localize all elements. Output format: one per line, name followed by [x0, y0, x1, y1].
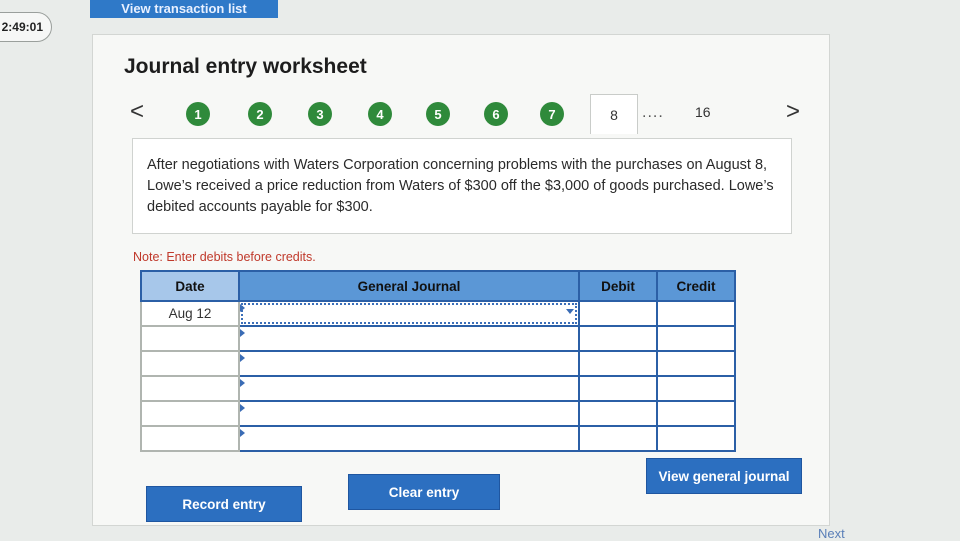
account-select[interactable]	[238, 425, 580, 452]
date-header: Date	[140, 270, 240, 302]
cell-marker-icon	[240, 329, 245, 337]
table-row	[140, 350, 736, 377]
page-title: Journal entry worksheet	[124, 55, 367, 78]
step-6[interactable]: 6	[484, 102, 508, 126]
account-select[interactable]	[238, 325, 580, 352]
record-entry-button[interactable]: Record entry	[146, 486, 302, 522]
date-cell[interactable]	[140, 375, 240, 402]
table-row	[140, 325, 736, 352]
table-row: Aug 12	[140, 300, 736, 327]
step-2[interactable]: 2	[248, 102, 272, 126]
journal-table: Date General Journal Debit Credit Aug 12	[140, 270, 736, 452]
timer: 2:49:01	[0, 12, 52, 42]
view-transaction-list-button[interactable]: View transaction list	[90, 0, 278, 18]
step-4[interactable]: 4	[368, 102, 392, 126]
step-3[interactable]: 3	[308, 102, 332, 126]
current-step-tab[interactable]: 8	[590, 94, 638, 134]
credit-input[interactable]	[656, 350, 736, 377]
date-cell[interactable]	[140, 350, 240, 377]
debit-input[interactable]	[578, 400, 658, 427]
next-arrow-icon[interactable]: >	[786, 100, 800, 124]
step-1[interactable]: 1	[186, 102, 210, 126]
date-cell[interactable]	[140, 425, 240, 452]
debit-input[interactable]	[578, 325, 658, 352]
table-row	[140, 425, 736, 452]
account-select[interactable]	[238, 350, 580, 377]
date-cell[interactable]	[140, 400, 240, 427]
debit-header: Debit	[578, 270, 658, 302]
step-ellipsis: ....	[642, 104, 664, 121]
step-16[interactable]: 16	[695, 104, 711, 120]
credit-input[interactable]	[656, 375, 736, 402]
cell-marker-icon	[240, 379, 245, 387]
view-general-journal-button[interactable]: View general journal	[646, 458, 802, 494]
date-cell[interactable]: Aug 12	[140, 300, 240, 327]
clear-entry-button[interactable]: Clear entry	[348, 474, 500, 510]
credit-input[interactable]	[656, 400, 736, 427]
date-cell[interactable]	[140, 325, 240, 352]
account-select[interactable]	[238, 300, 580, 327]
debit-input[interactable]	[578, 425, 658, 452]
cell-marker-icon	[240, 304, 245, 312]
credit-input[interactable]	[656, 425, 736, 452]
account-select[interactable]	[238, 375, 580, 402]
table-row	[140, 400, 736, 427]
entry-note: Note: Enter debits before credits.	[133, 250, 316, 264]
cell-marker-icon	[240, 404, 245, 412]
credit-input[interactable]	[656, 300, 736, 327]
credit-input[interactable]	[656, 325, 736, 352]
cell-marker-icon	[240, 429, 245, 437]
debit-input[interactable]	[578, 300, 658, 327]
step-5[interactable]: 5	[426, 102, 450, 126]
debit-input[interactable]	[578, 375, 658, 402]
question-text: After negotiations with Waters Corporati…	[132, 138, 792, 234]
chevron-down-icon[interactable]	[566, 309, 574, 314]
credit-header: Credit	[656, 270, 736, 302]
account-select[interactable]	[238, 400, 580, 427]
debit-input[interactable]	[578, 350, 658, 377]
table-row	[140, 375, 736, 402]
cell-marker-icon	[240, 354, 245, 362]
general-journal-header: General Journal	[238, 270, 580, 302]
next-link[interactable]: Next	[818, 526, 845, 541]
step-7[interactable]: 7	[540, 102, 564, 126]
prev-arrow-icon[interactable]: <	[130, 100, 144, 124]
